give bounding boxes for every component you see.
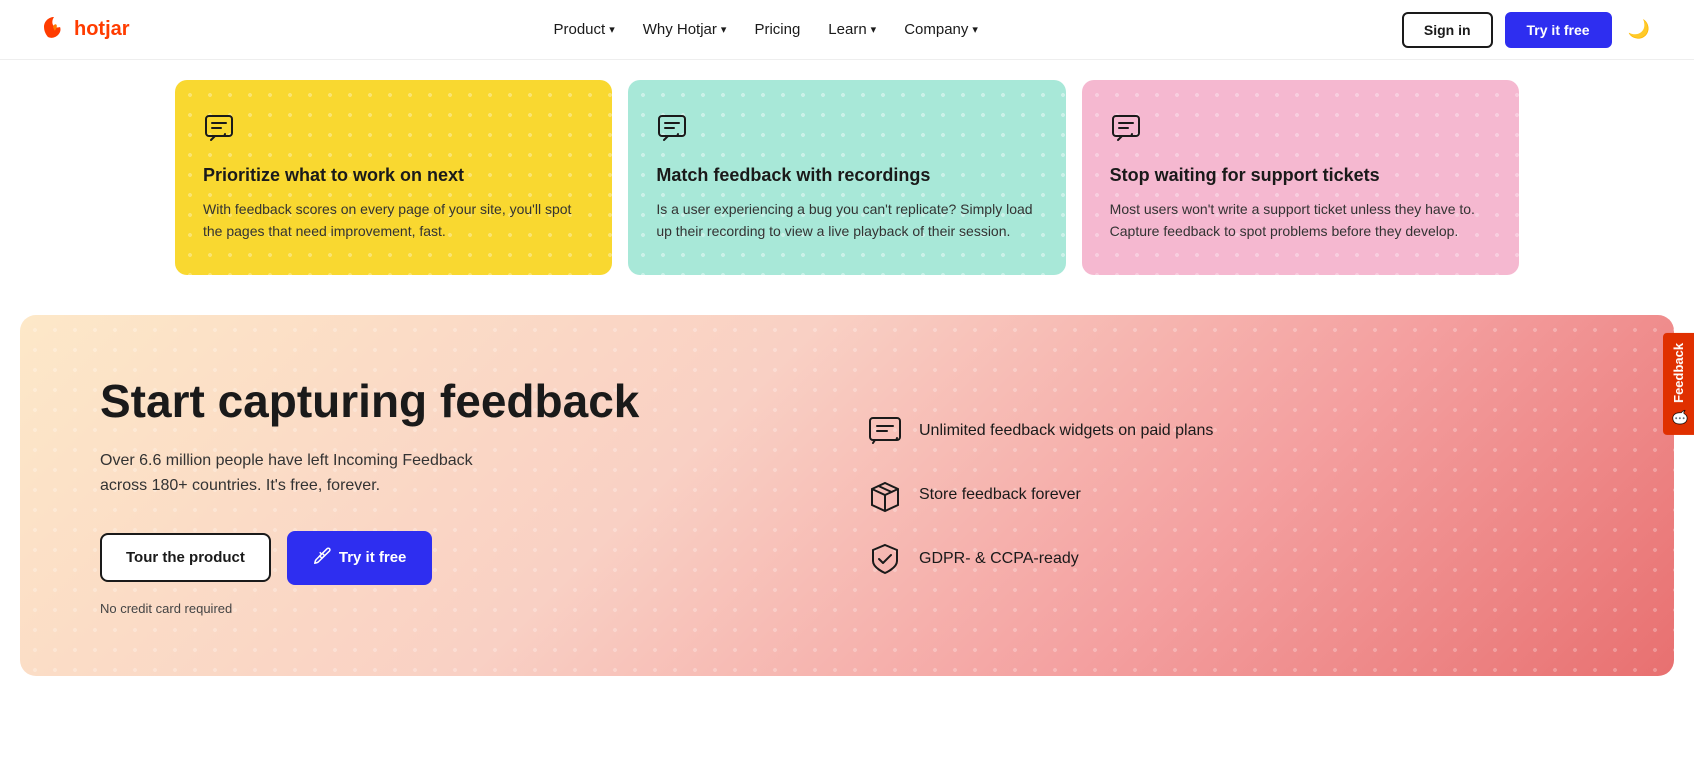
sign-in-button[interactable]: Sign in (1402, 12, 1493, 48)
nav-learn[interactable]: Learn ▾ (828, 21, 876, 38)
card-prioritize: Prioritize what to work on next With fee… (175, 80, 612, 275)
cta-title: Start capturing feedback (100, 375, 827, 428)
feature-text: GDPR- & CCPA-ready (919, 550, 1079, 568)
feedback-recording-icon (656, 112, 1037, 149)
card-desc: With feedback scores on every page of yo… (203, 198, 584, 243)
card-match-feedback: Match feedback with recordings Is a user… (628, 80, 1065, 275)
dark-mode-toggle[interactable]: 🌙 (1624, 15, 1654, 44)
feedback-tab[interactable]: 💬 Feedback (1663, 333, 1694, 435)
cta-desc: Over 6.6 million people have left Incomi… (100, 448, 520, 499)
card-title: Match feedback with recordings (656, 165, 1037, 186)
nav-why-hotjar[interactable]: Why Hotjar ▾ (643, 21, 727, 38)
chevron-down-icon: ▾ (972, 23, 978, 36)
logo-flame (40, 13, 68, 46)
feature-store-forever: Store feedback forever (867, 477, 1594, 513)
feedback-support-icon (1110, 112, 1491, 149)
nav-links: Product ▾ Why Hotjar ▾ Pricing Learn ▾ C… (553, 21, 977, 38)
feedback-icon (203, 112, 584, 149)
chevron-down-icon: ▾ (721, 23, 727, 36)
cta-left: Start capturing feedback Over 6.6 millio… (100, 375, 827, 616)
logo-text: hotjar (74, 18, 130, 41)
card-support-tickets: Stop waiting for support tickets Most us… (1082, 80, 1519, 275)
chevron-down-icon: ▾ (871, 23, 877, 36)
nav-actions: Sign in Try it free 🌙 (1402, 12, 1654, 48)
cta-section: Start capturing feedback Over 6.6 millio… (20, 315, 1674, 676)
card-title: Stop waiting for support tickets (1110, 165, 1491, 186)
feature-text: Unlimited feedback widgets on paid plans (919, 422, 1213, 440)
feedback-icon: 💬 (1671, 409, 1686, 425)
widget-icon (867, 413, 903, 449)
navbar: hotjar Product ▾ Why Hotjar ▾ Pricing Le… (0, 0, 1694, 60)
try-free-button-cta[interactable]: Try it free (287, 531, 433, 585)
box-icon (867, 477, 903, 513)
card-desc: Most users won't write a support ticket … (1110, 198, 1491, 243)
no-credit-card-label: No credit card required (100, 601, 827, 616)
feature-cards: Prioritize what to work on next With fee… (147, 60, 1547, 315)
cta-buttons: Tour the product Try it free (100, 531, 827, 585)
tour-product-button[interactable]: Tour the product (100, 533, 271, 582)
nav-pricing[interactable]: Pricing (754, 21, 800, 38)
chevron-down-icon: ▾ (609, 23, 615, 36)
card-title: Prioritize what to work on next (203, 165, 584, 186)
rocket-icon (313, 547, 331, 569)
logo[interactable]: hotjar (40, 13, 130, 46)
try-free-button-nav[interactable]: Try it free (1505, 12, 1612, 48)
nav-product[interactable]: Product ▾ (553, 21, 614, 38)
nav-company[interactable]: Company ▾ (904, 21, 978, 38)
shield-check-icon (867, 541, 903, 577)
card-desc: Is a user experiencing a bug you can't r… (656, 198, 1037, 243)
feature-gdpr: GDPR- & CCPA-ready (867, 541, 1594, 577)
feature-text: Store feedback forever (919, 486, 1081, 504)
cta-features: Unlimited feedback widgets on paid plans… (867, 413, 1594, 577)
feature-unlimited-widgets: Unlimited feedback widgets on paid plans (867, 413, 1594, 449)
